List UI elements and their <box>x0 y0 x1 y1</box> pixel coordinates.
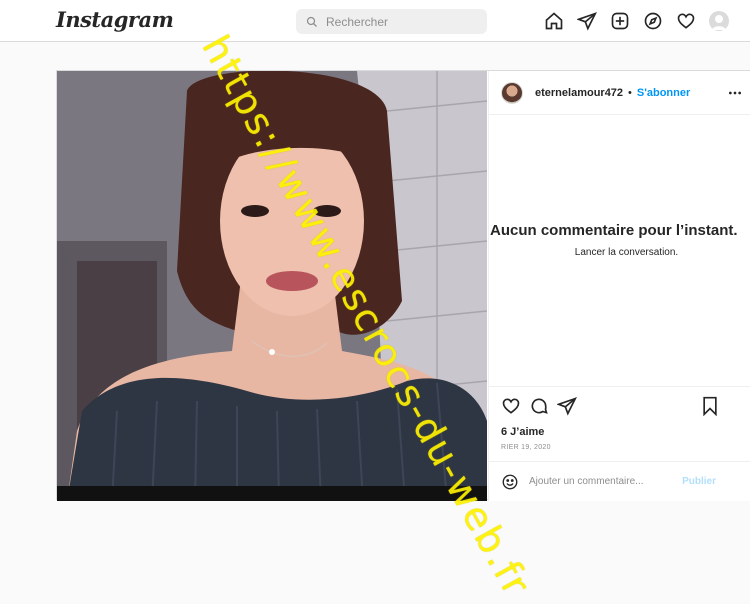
emoji-icon[interactable] <box>501 473 519 491</box>
portrait-image <box>57 71 487 501</box>
more-options-icon[interactable] <box>727 85 743 101</box>
post-sidebar: eternelamour472 • S'abonner Aucun commen… <box>488 71 750 501</box>
user-avatar[interactable] <box>501 81 523 104</box>
empty-comments-title: Aucun commentaire pour l’instant. <box>490 222 738 239</box>
new-post-icon[interactable] <box>609 10 631 32</box>
post-date: RIER 19, 2020 <box>501 444 551 451</box>
save-icon[interactable] <box>701 396 719 416</box>
username-link[interactable]: eternelamour472 <box>535 87 623 99</box>
home-icon[interactable] <box>543 10 565 32</box>
profile-avatar[interactable] <box>708 10 730 32</box>
follow-button[interactable]: S'abonner <box>637 87 690 99</box>
comment-bar: Ajouter un commentaire... Publier <box>489 461 750 501</box>
publish-button[interactable]: Publier <box>682 476 716 487</box>
post-header: eternelamour472 • S'abonner <box>489 71 750 115</box>
empty-comments: Aucun commentaire pour l’instant. Lancer… <box>489 221 750 258</box>
post-modal: eternelamour472 • S'abonner Aucun commen… <box>56 70 750 501</box>
instagram-logo[interactable]: Instagram <box>56 7 174 32</box>
direct-icon[interactable] <box>576 10 598 32</box>
empty-comments-subtitle: Lancer la conversation. <box>574 247 679 258</box>
search-input[interactable]: Rechercher <box>296 9 487 34</box>
activity-icon[interactable] <box>675 10 697 32</box>
top-navigation-bar: Instagram Rechercher <box>0 0 750 42</box>
post-photo[interactable] <box>57 71 487 501</box>
comment-input[interactable]: Ajouter un commentaire... <box>529 476 644 487</box>
share-icon[interactable] <box>557 396 577 416</box>
likes-count[interactable]: 6 J’aime <box>501 426 544 438</box>
separator-dot: • <box>628 86 632 99</box>
search-placeholder: Rechercher <box>326 14 389 29</box>
explore-icon[interactable] <box>642 10 664 32</box>
search-icon <box>306 16 317 27</box>
post-actions <box>489 386 750 426</box>
like-icon[interactable] <box>501 396 521 416</box>
comment-icon[interactable] <box>529 396 549 416</box>
